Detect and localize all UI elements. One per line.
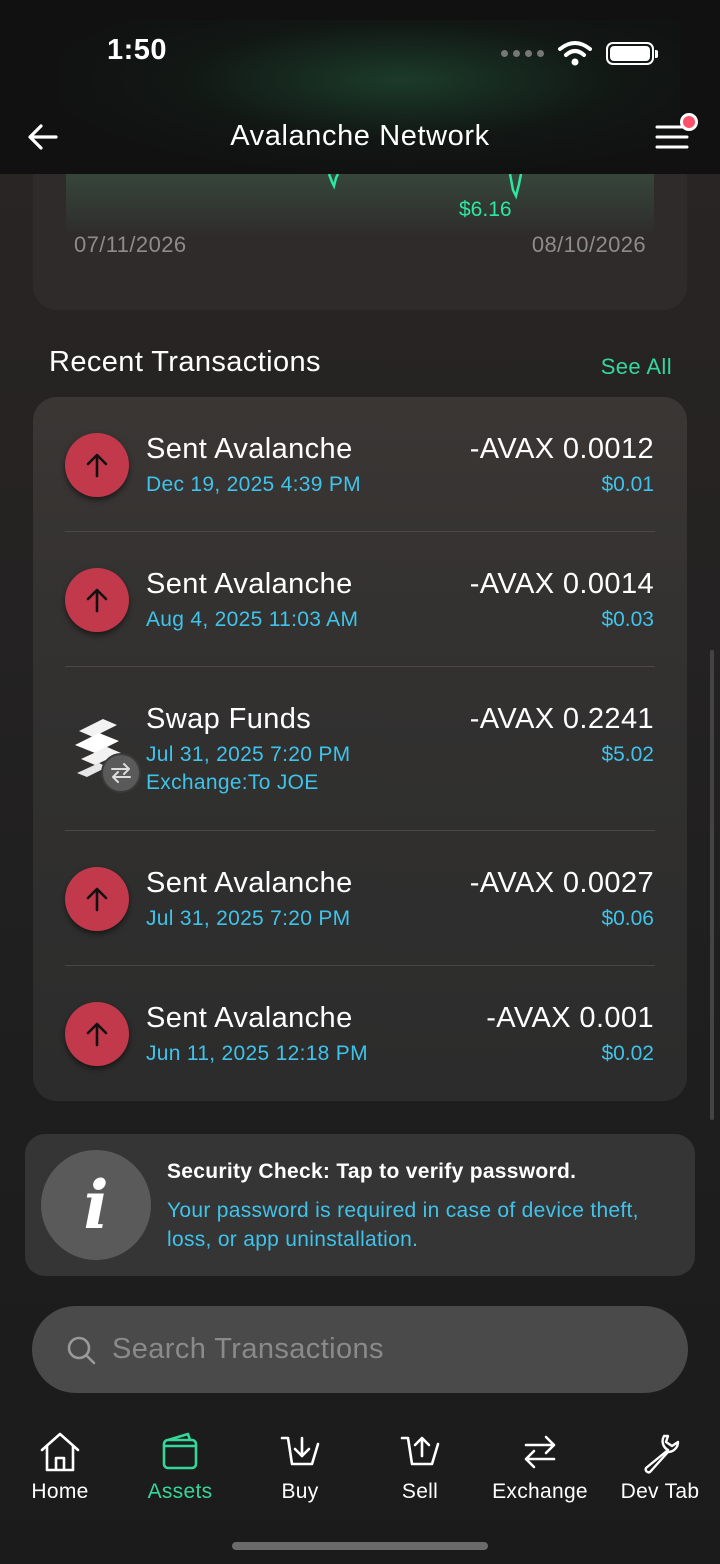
swap-badge-icon bbox=[101, 753, 141, 793]
bottom-tab-bar: Home Assets Buy Sell Exchange Dev Tab bbox=[0, 1410, 720, 1564]
tab-buy[interactable]: Buy bbox=[240, 1430, 360, 1520]
battery-icon bbox=[606, 41, 658, 65]
sent-arrow-icon bbox=[65, 433, 129, 497]
security-body: Your password is required in case of dev… bbox=[167, 1199, 639, 1251]
transaction-amount: -AVAX 0.001 bbox=[486, 1002, 654, 1034]
notification-dot bbox=[680, 113, 698, 131]
wifi-icon bbox=[558, 41, 592, 66]
tab-label: Assets bbox=[147, 1480, 213, 1503]
search-icon bbox=[67, 1336, 96, 1365]
transaction-exchange-detail: Exchange:To JOE bbox=[146, 771, 319, 794]
transaction-amount: -AVAX 0.2241 bbox=[469, 703, 654, 735]
transaction-row[interactable]: Swap Funds Jul 31, 2025 7:20 PM Exchange… bbox=[33, 667, 687, 831]
screen: $6.16 07/11/2026 08/10/2026 1:50 Avalanc… bbox=[0, 0, 720, 1564]
top-header: 1:50 Avalanche Network bbox=[0, 0, 720, 174]
page-title: Avalanche Network bbox=[230, 120, 490, 152]
status-time: 1:50 bbox=[107, 34, 168, 66]
sent-arrow-icon bbox=[65, 867, 129, 931]
recent-transactions-title: Recent Transactions bbox=[49, 346, 321, 378]
transaction-fiat: $0.06 bbox=[601, 907, 654, 930]
transaction-amount: -AVAX 0.0027 bbox=[469, 867, 654, 899]
cellular-signal-icon bbox=[501, 49, 544, 57]
see-all-link[interactable]: See All bbox=[601, 354, 672, 380]
tab-assets[interactable]: Assets bbox=[120, 1430, 240, 1520]
transaction-title: Sent Avalanche bbox=[146, 867, 353, 899]
transaction-fiat: $0.02 bbox=[601, 1042, 654, 1065]
transaction-date: Jul 31, 2025 7:20 PM bbox=[146, 907, 351, 930]
transaction-date: Aug 4, 2025 11:03 AM bbox=[146, 608, 359, 631]
home-icon bbox=[40, 1432, 80, 1472]
transaction-title: Sent Avalanche bbox=[146, 1002, 353, 1034]
wrench-icon bbox=[644, 1434, 680, 1474]
transaction-row[interactable]: Sent Avalanche Aug 4, 2025 11:03 AM -AVA… bbox=[33, 532, 687, 667]
transaction-title: Sent Avalanche bbox=[146, 568, 353, 600]
transaction-title: Swap Funds bbox=[146, 703, 312, 735]
tab-label: Exchange bbox=[492, 1480, 588, 1503]
transaction-amount: -AVAX 0.0014 bbox=[469, 568, 654, 600]
tab-exchange[interactable]: Exchange bbox=[480, 1430, 600, 1520]
price-chart-area bbox=[66, 174, 654, 234]
sell-icon bbox=[400, 1436, 440, 1466]
tab-dev[interactable]: Dev Tab bbox=[600, 1430, 720, 1520]
chart-start-date: 07/11/2026 bbox=[74, 232, 187, 257]
buy-icon bbox=[280, 1436, 320, 1466]
info-icon: i bbox=[41, 1150, 151, 1260]
tab-label: Dev Tab bbox=[620, 1480, 700, 1503]
transaction-title: Sent Avalanche bbox=[146, 433, 353, 465]
tab-label: Home bbox=[31, 1480, 89, 1503]
transaction-row[interactable]: Sent Avalanche Dec 19, 2025 4:39 PM -AVA… bbox=[33, 397, 687, 532]
tab-sell[interactable]: Sell bbox=[360, 1430, 480, 1520]
tab-home[interactable]: Home bbox=[0, 1430, 120, 1520]
exchange-icon bbox=[524, 1435, 556, 1469]
price-chart-line bbox=[327, 174, 523, 200]
search-bar[interactable] bbox=[32, 1306, 688, 1393]
transaction-row[interactable]: Sent Avalanche Jul 31, 2025 7:20 PM -AVA… bbox=[33, 831, 687, 966]
home-indicator bbox=[232, 1542, 488, 1550]
transaction-date: Dec 19, 2025 4:39 PM bbox=[146, 473, 361, 496]
scrollbar[interactable] bbox=[710, 650, 714, 1120]
transaction-date: Jul 31, 2025 7:20 PM bbox=[146, 743, 351, 766]
transaction-fiat: $5.02 bbox=[601, 743, 654, 766]
sent-arrow-icon bbox=[65, 568, 129, 632]
status-icons bbox=[501, 40, 658, 66]
security-check-banner[interactable]: i Security Check: Tap to verify password… bbox=[25, 1134, 695, 1276]
chart-low-label: $6.16 bbox=[459, 198, 512, 221]
transaction-amount: -AVAX 0.0012 bbox=[469, 433, 654, 465]
transaction-date: Jun 11, 2025 12:18 PM bbox=[146, 1042, 368, 1065]
chart-end-date: 08/10/2026 bbox=[531, 232, 646, 257]
tab-label: Buy bbox=[281, 1480, 319, 1503]
tab-label: Sell bbox=[401, 1480, 439, 1503]
security-title: Security Check: Tap to verify password. bbox=[167, 1160, 577, 1183]
transactions-list: Sent Avalanche Dec 19, 2025 4:39 PM -AVA… bbox=[33, 397, 687, 1101]
transaction-fiat: $0.03 bbox=[601, 608, 654, 631]
wallet-icon bbox=[162, 1432, 198, 1470]
transaction-row[interactable]: Sent Avalanche Jun 11, 2025 12:18 PM -AV… bbox=[33, 966, 687, 1101]
sent-arrow-icon bbox=[65, 1002, 129, 1066]
transaction-fiat: $0.01 bbox=[601, 473, 654, 496]
search-input[interactable] bbox=[112, 1306, 652, 1393]
